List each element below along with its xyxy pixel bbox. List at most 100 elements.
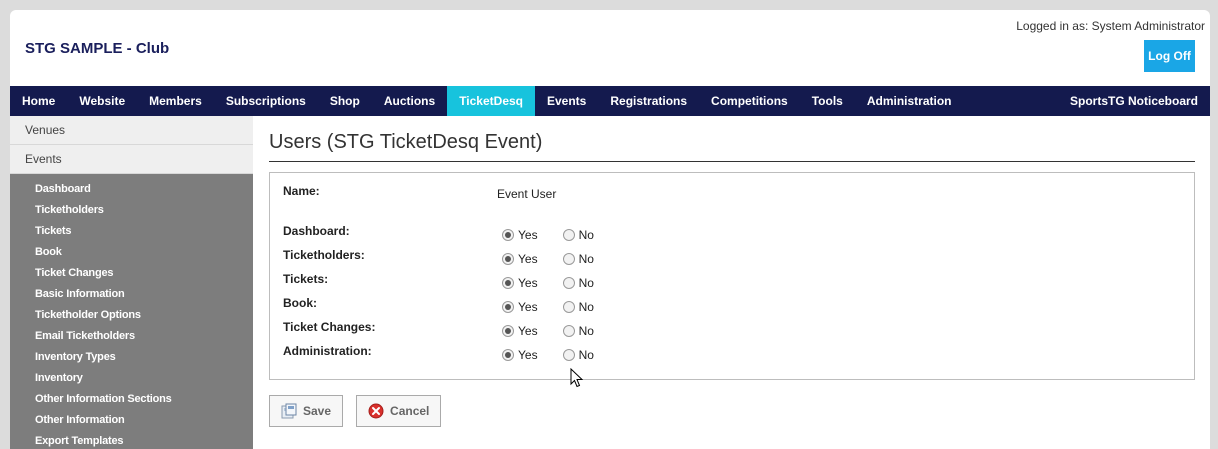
yes-option[interactable]: Yes [502, 348, 538, 362]
no-radio[interactable] [562, 229, 575, 241]
no-radio[interactable] [562, 325, 575, 337]
sidebar-link-ticketholders[interactable]: Ticketholders [10, 199, 253, 220]
sidebar: Venues Events Dashboard Ticketholders Ti… [10, 116, 253, 449]
no-label: No [578, 276, 594, 290]
sidebar-link-basic-information[interactable]: Basic Information [10, 283, 253, 304]
nav-item-members[interactable]: Members [137, 86, 214, 116]
no-label: No [578, 300, 594, 314]
save-label: Save [303, 404, 332, 418]
permission-radio-group: Yes No [502, 228, 594, 242]
permission-radio-group: Yes No [502, 324, 594, 338]
yes-option[interactable]: Yes [502, 228, 538, 242]
name-value: Event User [497, 187, 557, 201]
permission-label: Ticketholders: [283, 248, 365, 262]
log-off-button[interactable]: Log Off [1144, 40, 1195, 72]
permission-radio-group: Yes No [502, 300, 594, 314]
permission-row-ticketholders: Ticketholders: Yes No [283, 248, 1183, 268]
yes-radio[interactable] [502, 277, 514, 289]
permission-row-book: Book: Yes No [283, 296, 1183, 316]
nav-item-tools[interactable]: Tools [800, 86, 855, 116]
yes-option[interactable]: Yes [502, 276, 538, 290]
no-option[interactable]: No [562, 324, 594, 338]
yes-radio[interactable] [502, 325, 514, 337]
sidebar-link-inventory-types[interactable]: Inventory Types [10, 346, 253, 367]
nav-item-noticeboard[interactable]: SportsTG Noticeboard [1058, 86, 1210, 116]
nav-item-administration[interactable]: Administration [855, 86, 964, 116]
sidebar-link-other-information[interactable]: Other Information [10, 409, 253, 430]
nav-item-shop[interactable]: Shop [318, 86, 372, 116]
page-title: Users (STG TicketDesq Event) [269, 131, 1195, 162]
user-form-panel: Name: Event User Dashboard: Yes No Ticke… [269, 172, 1195, 380]
no-label: No [578, 348, 594, 362]
yes-radio[interactable] [502, 301, 514, 313]
nav-item-events[interactable]: Events [535, 86, 598, 116]
name-row: Name: Event User [283, 184, 1183, 204]
sidebar-link-ticketholder-options[interactable]: Ticketholder Options [10, 304, 253, 325]
permission-radio-group: Yes No [502, 348, 594, 362]
yes-option[interactable]: Yes [502, 252, 538, 266]
form-actions: Save Cancel [269, 395, 1195, 427]
no-radio[interactable] [562, 301, 575, 313]
permission-label: Tickets: [283, 272, 329, 286]
yes-option[interactable]: Yes [502, 324, 538, 338]
sidebar-item-venues[interactable]: Venues [10, 116, 253, 145]
save-icon [281, 403, 297, 419]
yes-radio[interactable] [502, 229, 514, 241]
sidebar-link-dashboard[interactable]: Dashboard [10, 178, 253, 199]
main-content: Users (STG TicketDesq Event) Name: Event… [269, 116, 1195, 427]
sidebar-submenu: Dashboard Ticketholders Tickets Book Tic… [10, 174, 253, 449]
save-button[interactable]: Save [269, 395, 344, 427]
no-option[interactable]: No [562, 252, 594, 266]
sidebar-link-tickets[interactable]: Tickets [10, 220, 253, 241]
yes-label: Yes [518, 228, 538, 242]
yes-option[interactable]: Yes [502, 300, 538, 314]
nav-item-subscriptions[interactable]: Subscriptions [214, 86, 318, 116]
permission-row-ticket-changes: Ticket Changes: Yes No [283, 320, 1183, 340]
permission-row-administration: Administration: Yes No [283, 344, 1183, 364]
no-option[interactable]: No [562, 300, 594, 314]
no-option[interactable]: No [562, 228, 594, 242]
sidebar-link-inventory[interactable]: Inventory [10, 367, 253, 388]
mouse-cursor-icon [570, 367, 584, 391]
main-nav: Home Website Members Subscriptions Shop … [10, 86, 1210, 116]
yes-label: Yes [518, 348, 538, 362]
nav-item-ticketdesq[interactable]: TicketDesq [447, 86, 535, 116]
no-label: No [578, 324, 594, 338]
permission-row-dashboard: Dashboard: Yes No [283, 224, 1183, 244]
club-title: STG SAMPLE - Club [25, 40, 170, 57]
header: STG SAMPLE - Club Logged in as: System A… [10, 10, 1210, 86]
yes-radio[interactable] [502, 349, 514, 361]
no-label: No [578, 228, 594, 242]
no-radio[interactable] [562, 277, 575, 289]
permission-label: Book: [283, 296, 317, 310]
sidebar-item-events[interactable]: Events [10, 145, 253, 174]
cancel-button[interactable]: Cancel [356, 395, 442, 427]
name-label: Name: [283, 184, 320, 198]
permission-label: Dashboard: [283, 224, 350, 238]
permission-radio-group: Yes No [502, 276, 594, 290]
no-label: No [578, 252, 594, 266]
yes-label: Yes [518, 324, 538, 338]
logged-in-text: Logged in as: System Administrator [1016, 19, 1205, 33]
yes-label: Yes [518, 276, 538, 290]
app-window: STG SAMPLE - Club Logged in as: System A… [10, 10, 1210, 449]
sidebar-link-other-information-sections[interactable]: Other Information Sections [10, 388, 253, 409]
sidebar-link-book[interactable]: Book [10, 241, 253, 262]
sidebar-link-email-ticketholders[interactable]: Email Ticketholders [10, 325, 253, 346]
nav-item-competitions[interactable]: Competitions [699, 86, 800, 116]
permission-label: Administration: [283, 344, 372, 358]
sidebar-link-export-templates[interactable]: Export Templates [10, 430, 253, 449]
permission-radio-group: Yes No [502, 252, 594, 266]
sidebar-link-ticket-changes[interactable]: Ticket Changes [10, 262, 253, 283]
nav-item-website[interactable]: Website [67, 86, 137, 116]
nav-item-auctions[interactable]: Auctions [372, 86, 447, 116]
nav-item-registrations[interactable]: Registrations [598, 86, 699, 116]
no-option[interactable]: No [562, 276, 594, 290]
cancel-icon [368, 403, 384, 419]
no-radio[interactable] [562, 349, 575, 361]
no-radio[interactable] [562, 253, 575, 265]
permission-label: Ticket Changes: [283, 320, 376, 334]
no-option[interactable]: No [562, 348, 594, 362]
yes-radio[interactable] [502, 253, 514, 265]
nav-item-home[interactable]: Home [10, 86, 67, 116]
